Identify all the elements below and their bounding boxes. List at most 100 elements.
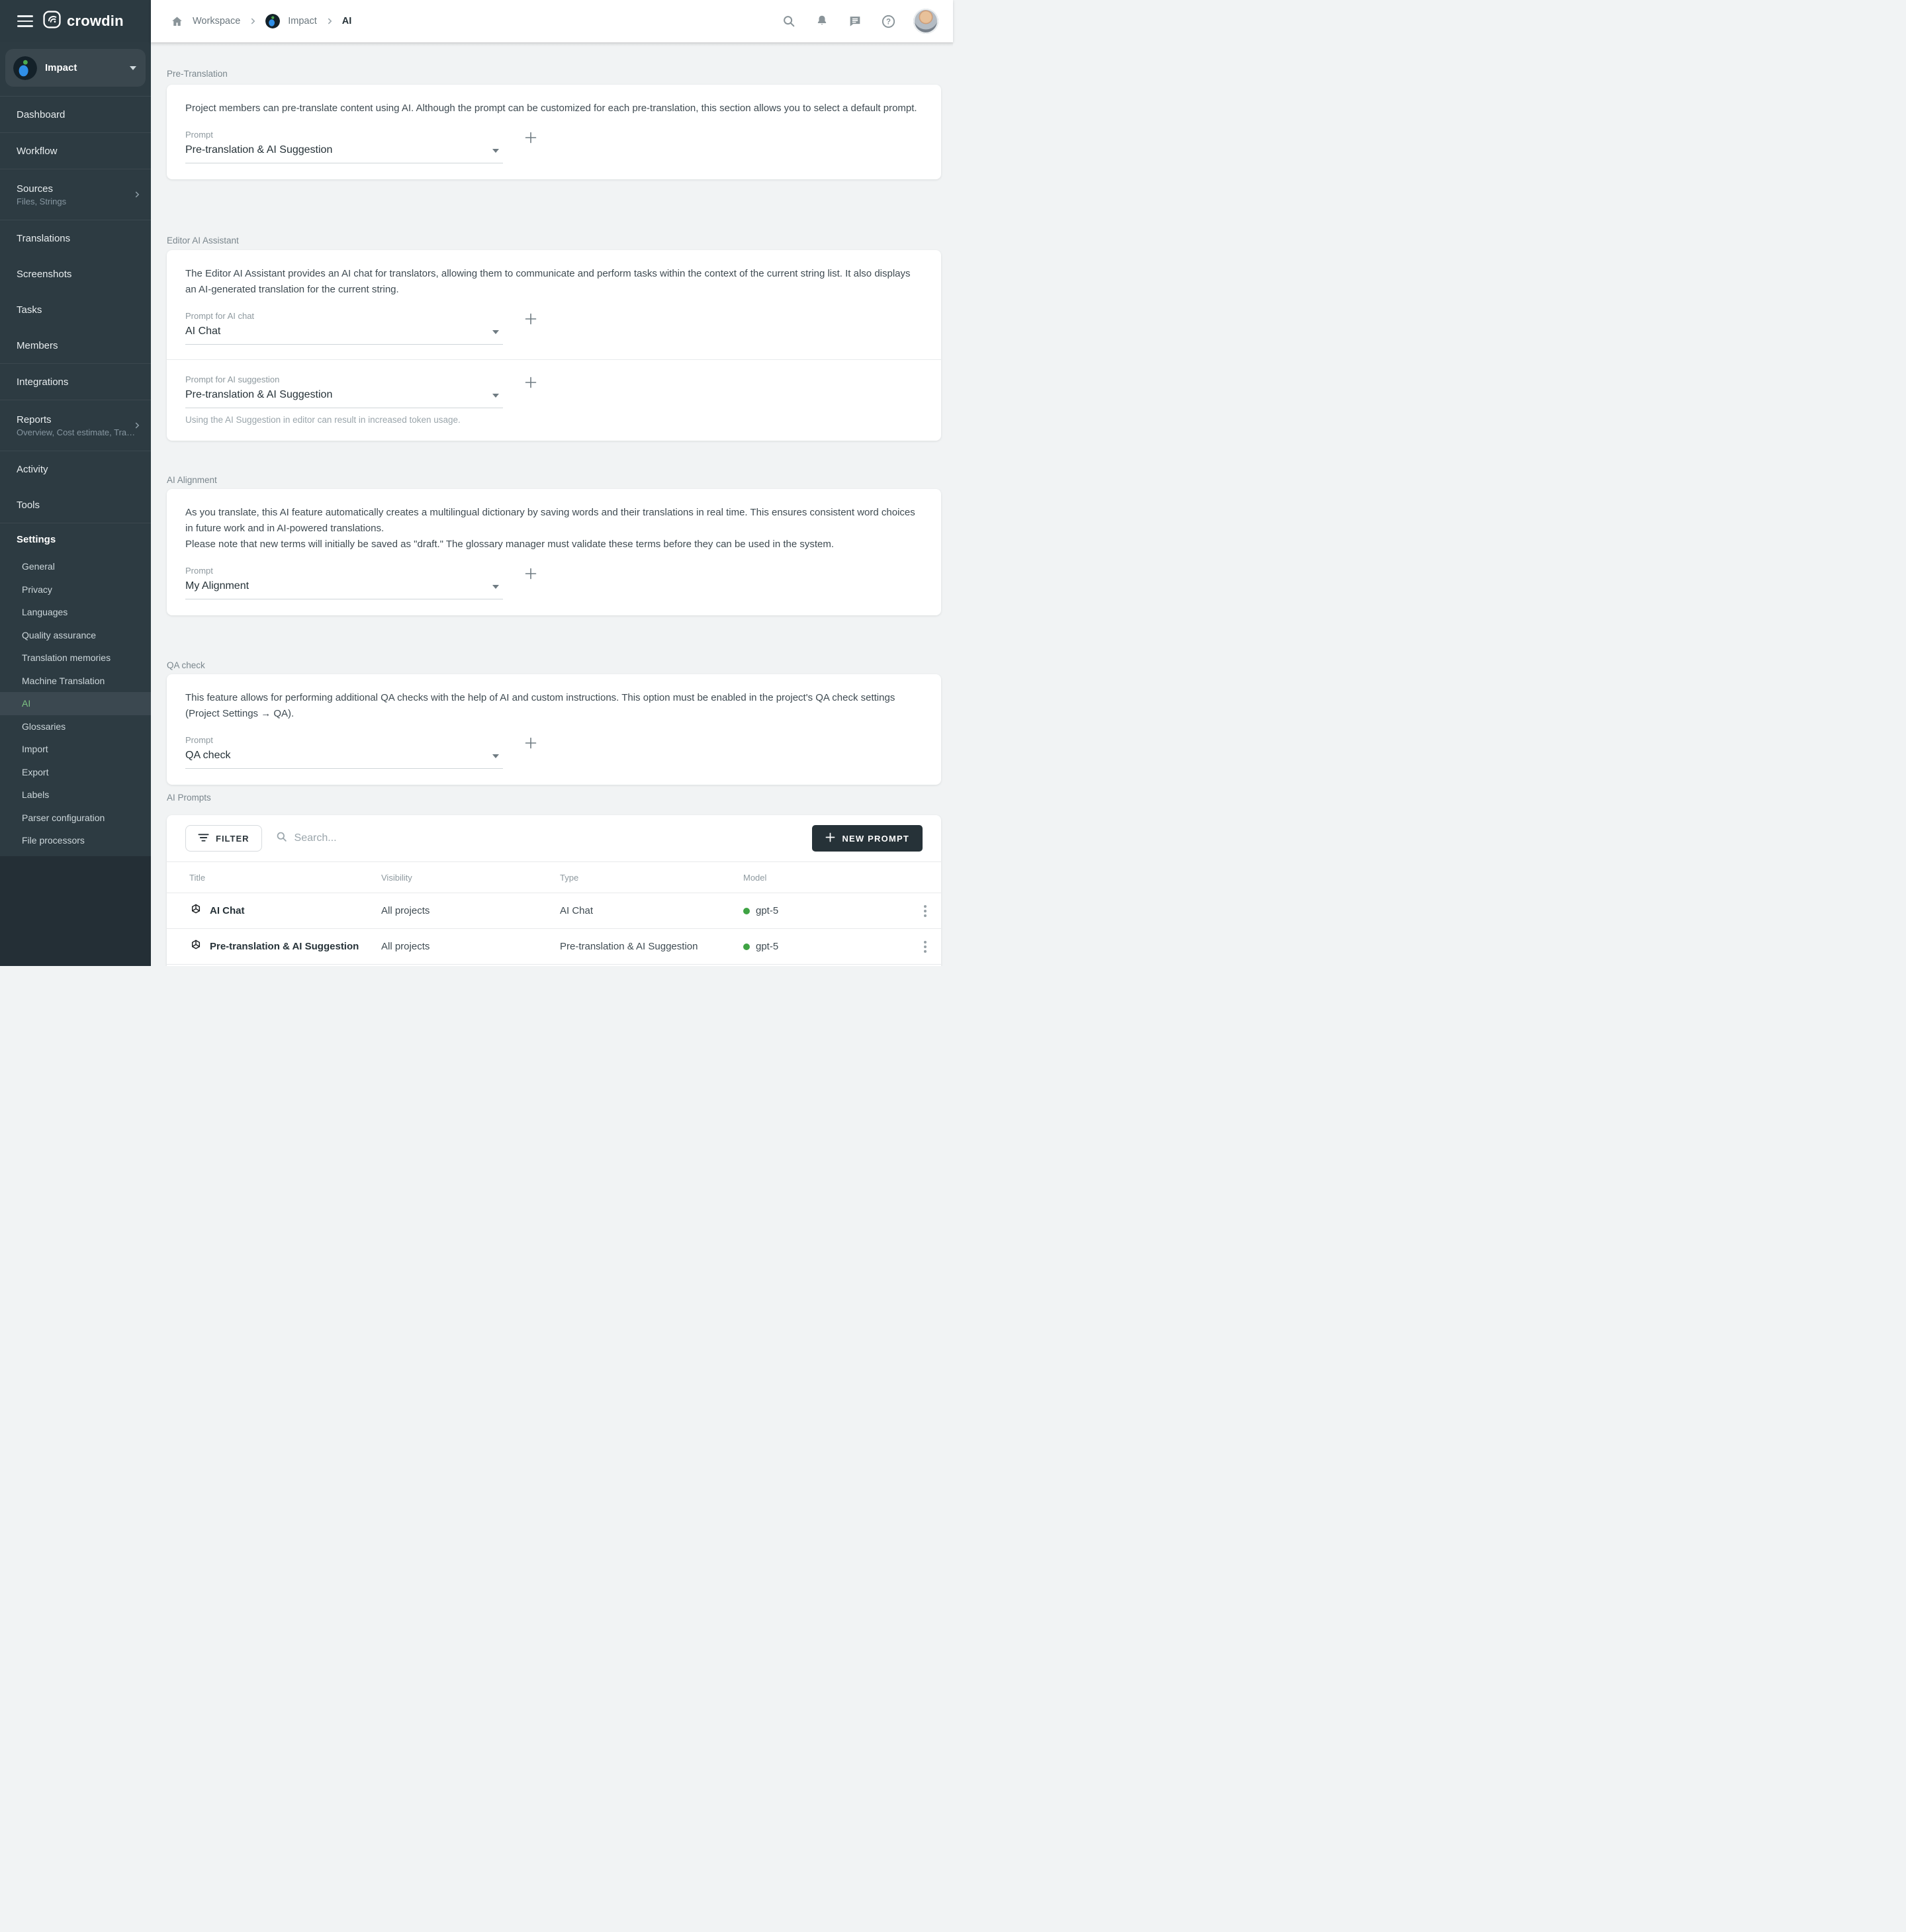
row-menu-kebab-icon[interactable] xyxy=(921,938,929,955)
qa-check-prompt-select[interactable]: QA check xyxy=(185,750,503,769)
sidebar-item-label: Import xyxy=(22,744,48,754)
table-row[interactable]: AI Chat All projects AI Chat gpt-5 xyxy=(167,893,941,929)
sidebar-item-dashboard[interactable]: Dashboard xyxy=(0,97,151,132)
alignment-prompt-select[interactable]: My Alignment xyxy=(185,580,503,599)
sidebar-item-screenshots[interactable]: Screenshots xyxy=(0,256,151,292)
add-prompt-button[interactable] xyxy=(522,564,540,583)
sidebar-item-labels[interactable]: Labels xyxy=(0,783,151,807)
ai-suggestion-prompt-select[interactable]: Pre-translation & AI Suggestion xyxy=(185,389,503,408)
sidebar-item-glossaries[interactable]: Glossaries xyxy=(0,715,151,738)
section-label-pre-translation: Pre-Translation xyxy=(167,69,228,79)
prompt-label: Prompt xyxy=(185,566,503,576)
search-icon[interactable] xyxy=(781,13,797,29)
sidebar-item-reports[interactable]: Reports Overview, Cost estimate, Transl… xyxy=(0,400,151,451)
openai-logo-icon xyxy=(189,903,203,919)
sidebar-item-label: Tools xyxy=(17,500,40,511)
chevron-down-icon xyxy=(492,585,499,589)
prompt-model: gpt-5 xyxy=(756,905,778,916)
sidebar-item-workflow[interactable]: Workflow xyxy=(0,133,151,169)
prompt-type: AI Chat xyxy=(560,905,743,916)
sidebar-item-members[interactable]: Members xyxy=(0,328,151,363)
ai-suggestion-prompt-group: Prompt for AI suggestion Pre-translation… xyxy=(185,374,503,408)
sidebar-item-translations[interactable]: Translations xyxy=(0,220,151,256)
ai-suggestion-note: Using the AI Suggestion in editor can re… xyxy=(185,415,923,425)
filter-button[interactable]: FILTER xyxy=(185,825,262,852)
sidebar-item-label: Languages xyxy=(22,607,68,617)
sidebar-item-privacy[interactable]: Privacy xyxy=(0,578,151,601)
sidebar-item-label: Quality assurance xyxy=(22,630,96,640)
table-header: Title Visibility Type Model xyxy=(167,862,941,893)
project-selector-label: Impact xyxy=(45,62,122,73)
sidebar-item-machine-translation[interactable]: Machine Translation xyxy=(0,670,151,693)
messages-icon[interactable] xyxy=(847,13,863,29)
breadcrumb-project[interactable]: Impact xyxy=(288,16,317,26)
add-prompt-button[interactable] xyxy=(522,373,540,392)
select-value: My Alignment xyxy=(185,580,249,592)
sidebar-item-label: Sources xyxy=(17,183,53,195)
search-input[interactable] xyxy=(295,832,493,844)
user-avatar[interactable] xyxy=(913,9,938,34)
topbar-main: Workspace Impact AI xyxy=(151,0,953,42)
ai-chat-prompt-select[interactable]: AI Chat xyxy=(185,326,503,345)
sidebar-item-label: Translations xyxy=(17,233,70,244)
model-status-dot xyxy=(743,944,750,950)
sidebar-item-label: Reports xyxy=(17,414,52,425)
ai-alignment-description-line2: Please note that new terms will initiall… xyxy=(185,537,923,552)
ai-chat-prompt-group: Prompt for AI chat AI Chat xyxy=(185,311,503,345)
pre-translation-prompt-select[interactable]: Pre-translation & AI Suggestion xyxy=(185,144,503,163)
row-menu-kebab-icon[interactable] xyxy=(921,902,929,920)
sidebar-item-tools[interactable]: Tools xyxy=(0,487,151,523)
home-icon[interactable] xyxy=(169,13,185,29)
prompt-type: Pre-translation & AI Suggestion xyxy=(560,941,743,952)
sidebar-settings-header: Settings xyxy=(0,523,151,555)
project-selector[interactable]: Impact xyxy=(5,49,146,87)
sidebar-item-integrations[interactable]: Integrations xyxy=(0,364,151,400)
crowdin-logo-icon xyxy=(43,11,61,32)
notifications-bell-icon[interactable] xyxy=(814,13,830,29)
sidebar-item-languages[interactable]: Languages xyxy=(0,601,151,624)
section-label-ai-prompts: AI Prompts xyxy=(167,793,211,803)
help-icon[interactable]: ? xyxy=(880,13,896,29)
sidebar-item-quality-assurance[interactable]: Quality assurance xyxy=(0,624,151,647)
sidebar-item-tasks[interactable]: Tasks xyxy=(0,292,151,328)
section-label-ai-alignment: AI Alignment xyxy=(167,475,217,485)
chevron-down-icon xyxy=(492,394,499,398)
chevron-down-icon xyxy=(492,754,499,758)
new-prompt-button[interactable]: NEW PROMPT xyxy=(812,825,923,852)
breadcrumb-current-page: AI xyxy=(342,16,352,26)
chevron-right-icon xyxy=(132,421,142,430)
prompt-visibility: All projects xyxy=(381,941,560,952)
sidebar-item-label: Members xyxy=(17,340,58,351)
chevron-down-icon xyxy=(492,330,499,334)
sidebar-item-sources[interactable]: Sources Files, Strings xyxy=(0,169,151,220)
chevron-right-icon xyxy=(132,190,142,199)
sidebar-item-import[interactable]: Import xyxy=(0,738,151,761)
sidebar-item-label: Machine Translation xyxy=(22,676,105,686)
chevron-right-icon xyxy=(325,17,334,26)
alignment-prompt-group: Prompt My Alignment xyxy=(185,566,503,599)
sidebar-item-ai[interactable]: AI xyxy=(0,692,151,715)
table-row[interactable]: Pre-translation & AI Suggestion All proj… xyxy=(167,929,941,965)
add-prompt-button[interactable] xyxy=(522,734,540,752)
sidebar-item-label: File processors xyxy=(22,835,85,846)
sidebar-item-label: Tasks xyxy=(17,304,42,316)
sidebar-item-activity[interactable]: Activity xyxy=(0,451,151,487)
crowdin-app: crowdin Workspace Impact AI xyxy=(0,0,953,966)
topbar: crowdin Workspace Impact AI xyxy=(0,0,953,42)
chevron-down-icon xyxy=(130,66,136,70)
prompt-for-ai-suggestion-label: Prompt for AI suggestion xyxy=(185,374,503,384)
sidebar-item-general[interactable]: General xyxy=(0,555,151,578)
sidebar-item-export[interactable]: Export xyxy=(0,761,151,784)
add-prompt-button[interactable] xyxy=(522,128,540,147)
sidebar-item-label: Screenshots xyxy=(17,269,71,280)
add-prompt-button[interactable] xyxy=(522,310,540,328)
hamburger-menu-icon[interactable] xyxy=(17,15,33,27)
main-content: Pre-Translation Project members can pre-… xyxy=(151,42,953,966)
sidebar-item-parser-configuration[interactable]: Parser configuration xyxy=(0,807,151,830)
crowdin-logo[interactable]: crowdin xyxy=(43,11,124,32)
sidebar-item-file-processors[interactable]: File processors xyxy=(0,829,151,852)
model-status-dot xyxy=(743,908,750,914)
sidebar-item-translation-memories[interactable]: Translation memories xyxy=(0,646,151,670)
column-header-visibility: Visibility xyxy=(381,873,560,883)
breadcrumb-workspace[interactable]: Workspace xyxy=(193,16,240,26)
